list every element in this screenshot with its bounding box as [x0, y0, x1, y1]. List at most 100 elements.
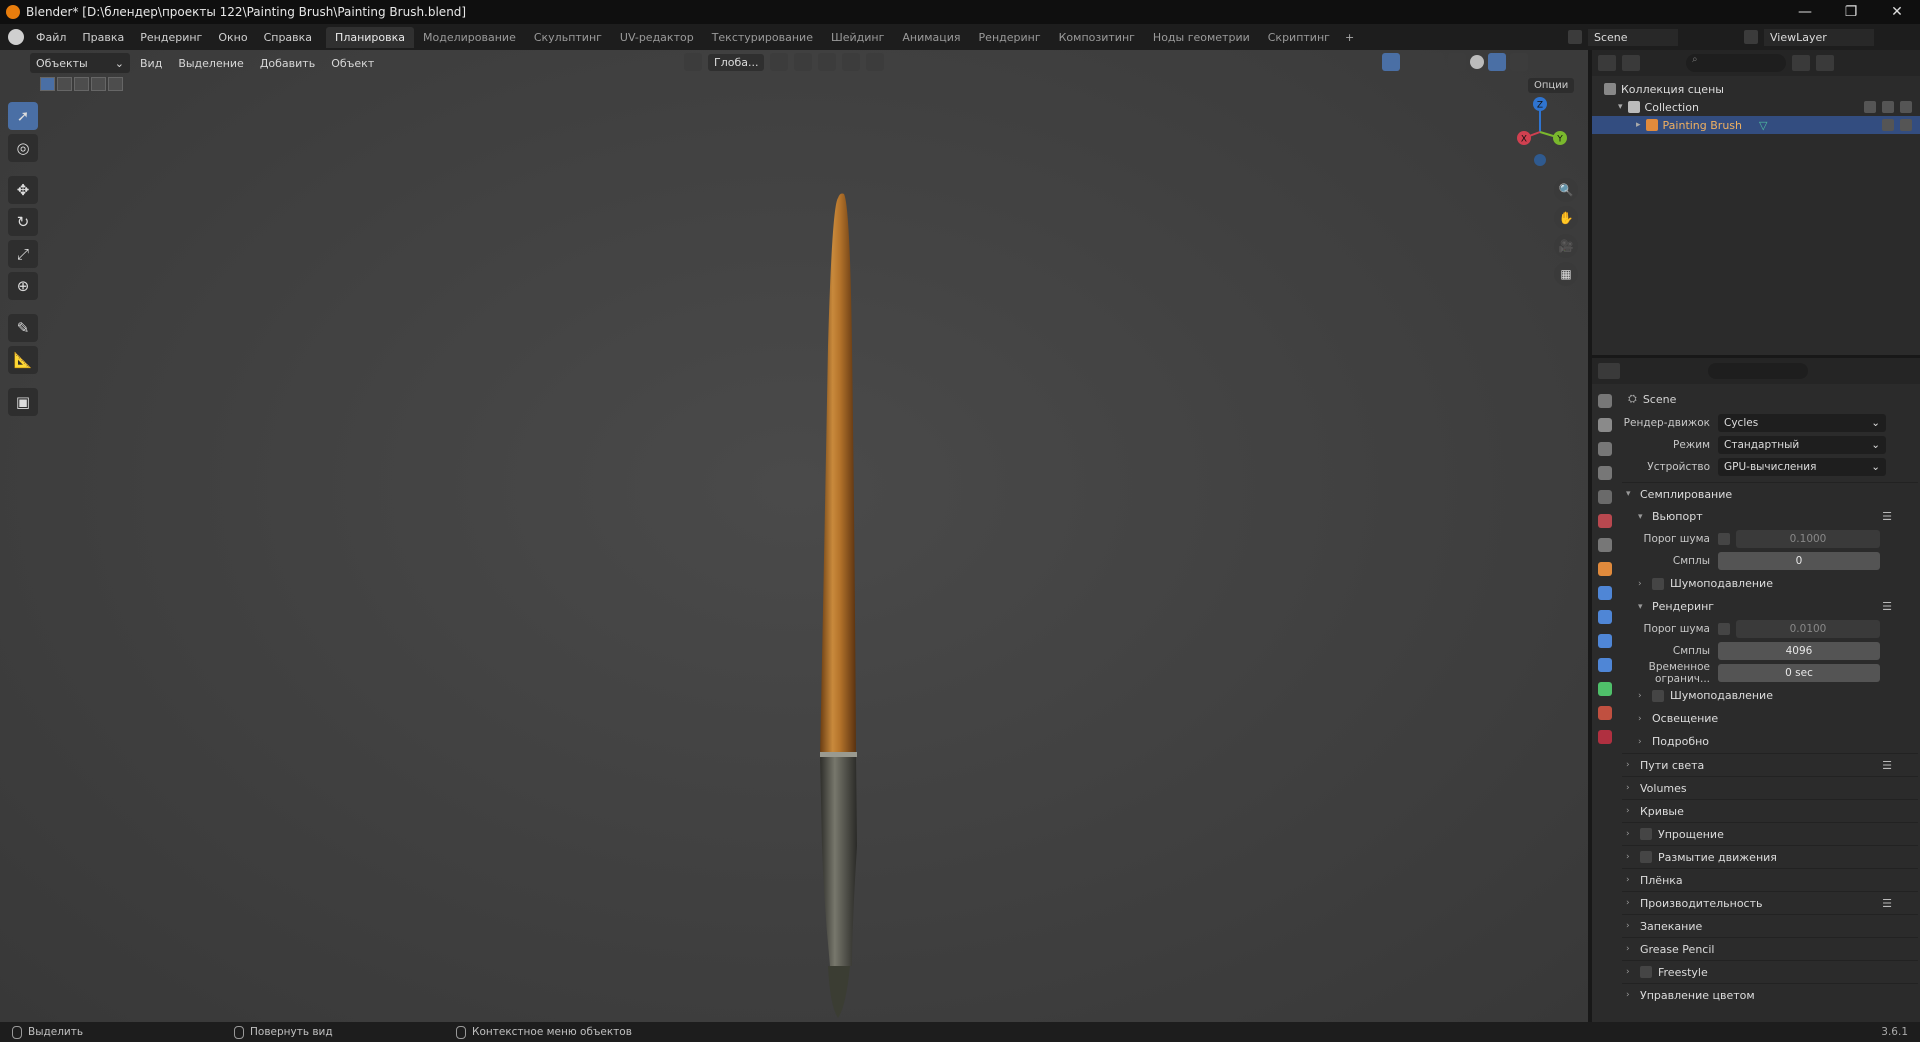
- camera-view-icon[interactable]: 🎥: [1554, 234, 1578, 258]
- render-subsection[interactable]: ▾ Рендеринг ☰: [1622, 595, 1918, 618]
- menu-render[interactable]: Рендеринг: [132, 31, 210, 44]
- gizmo-toggle-icon[interactable]: [1382, 53, 1400, 71]
- presets-list-icon[interactable]: ☰: [1882, 510, 1892, 523]
- modifier-tab-icon[interactable]: [1598, 586, 1612, 600]
- tab-layout[interactable]: Планировка: [326, 26, 415, 48]
- freestyle-checkbox[interactable]: [1640, 966, 1652, 978]
- select-box-tool-icon[interactable]: ➚: [8, 102, 38, 130]
- add-workspace-button[interactable]: +: [1339, 31, 1360, 44]
- tool-tab-icon[interactable]: [1598, 394, 1612, 408]
- snap-icon[interactable]: [794, 53, 813, 71]
- outliner-editor-icon[interactable]: [1598, 55, 1616, 71]
- tab-shading[interactable]: Шейдинг: [822, 27, 893, 48]
- pan-hand-icon[interactable]: ✋: [1554, 206, 1578, 230]
- curves-section[interactable]: › Кривые: [1622, 799, 1918, 822]
- grease-pencil-section[interactable]: › Grease Pencil: [1622, 937, 1918, 960]
- world-tab-icon[interactable]: [1598, 514, 1612, 528]
- lights-subsection[interactable]: › Освещение: [1622, 707, 1918, 730]
- measure-tool-icon[interactable]: 📐: [8, 346, 38, 374]
- orientation-icon[interactable]: [684, 53, 702, 71]
- tab-modeling[interactable]: Моделирование: [414, 27, 525, 48]
- solid-shading-icon[interactable]: [1470, 55, 1484, 69]
- presets-list-icon[interactable]: ☰: [1882, 897, 1892, 910]
- cursor-tool-icon[interactable]: ◎: [8, 134, 38, 162]
- eye-icon[interactable]: [1882, 119, 1894, 131]
- viewlayer-selector[interactable]: ViewLayer: [1744, 27, 1914, 47]
- transform-tool-icon[interactable]: ⊕: [8, 272, 38, 300]
- advanced-subsection[interactable]: › Подробно: [1622, 730, 1918, 753]
- simplify-section[interactable]: › Упрощение: [1622, 822, 1918, 845]
- r-noise-field[interactable]: 0.0100: [1736, 620, 1880, 638]
- select-extend-icon[interactable]: [57, 77, 72, 91]
- viewport-subsection[interactable]: ▾ Вьюпорт ☰: [1622, 505, 1918, 528]
- add-cube-tool-icon[interactable]: ▣: [8, 388, 38, 416]
- light-paths-section[interactable]: › Пути света ☰: [1622, 753, 1918, 776]
- select-new-icon[interactable]: [40, 77, 55, 91]
- scene-selector[interactable]: Scene: [1568, 27, 1718, 47]
- select-intersect-icon[interactable]: [108, 77, 123, 91]
- mode-dropdown[interactable]: Объекты ⌄: [30, 53, 130, 73]
- menu-view[interactable]: Вид: [134, 53, 168, 73]
- vp-samples-field[interactable]: 0: [1718, 552, 1880, 570]
- data-tab-icon[interactable]: [1598, 682, 1612, 696]
- color-management-section[interactable]: › Управление цветом: [1622, 983, 1918, 1006]
- navigation-gizmo[interactable]: Z Y X: [1500, 92, 1580, 172]
- r-time-field[interactable]: 0 sec: [1718, 664, 1880, 682]
- simplify-checkbox[interactable]: [1640, 828, 1652, 840]
- move-tool-icon[interactable]: ✥: [8, 176, 38, 204]
- constraints-tab-icon[interactable]: [1598, 658, 1612, 672]
- wireframe-shading-icon[interactable]: [1448, 53, 1466, 71]
- volumes-section[interactable]: › Volumes: [1622, 776, 1918, 799]
- performance-section[interactable]: › Производительность ☰: [1622, 891, 1918, 914]
- falloff-icon[interactable]: [866, 53, 885, 71]
- perspective-grid-icon[interactable]: ▦: [1554, 262, 1578, 286]
- select-subtract-icon[interactable]: [74, 77, 89, 91]
- menu-add[interactable]: Добавить: [254, 53, 321, 73]
- outliner-search-input[interactable]: ⌕: [1686, 54, 1786, 72]
- proportional-edit-icon[interactable]: [842, 53, 861, 71]
- presets-list-icon[interactable]: ☰: [1882, 600, 1892, 613]
- tab-compositing[interactable]: Композитинг: [1050, 27, 1144, 48]
- scene-name[interactable]: Scene: [1588, 28, 1678, 46]
- tab-geometry-nodes[interactable]: Ноды геометрии: [1144, 27, 1259, 48]
- select-invert-icon[interactable]: [91, 77, 106, 91]
- render-tab-icon[interactable]: [1598, 418, 1612, 432]
- scene-tab-icon[interactable]: [1598, 490, 1612, 504]
- minimize-button[interactable]: —: [1782, 0, 1828, 24]
- menu-file[interactable]: Файл: [28, 31, 74, 44]
- particles-tab-icon[interactable]: [1598, 610, 1612, 624]
- editor-type-icon[interactable]: [8, 54, 26, 72]
- camera-icon[interactable]: [1900, 101, 1912, 113]
- motion-blur-section[interactable]: › Размытие движения: [1622, 845, 1918, 868]
- menu-object[interactable]: Объект: [325, 53, 380, 73]
- r-denoise-checkbox[interactable]: [1652, 689, 1664, 702]
- outliner-collection[interactable]: ▾ Collection: [1592, 98, 1920, 116]
- film-section[interactable]: › Плёнка: [1622, 868, 1918, 891]
- material-preview-icon[interactable]: [1488, 53, 1506, 71]
- menu-select[interactable]: Выделение: [172, 53, 250, 73]
- output-tab-icon[interactable]: [1598, 442, 1612, 456]
- annotate-tool-icon[interactable]: ✎: [8, 314, 38, 342]
- presets-list-icon[interactable]: ☰: [1882, 759, 1892, 772]
- expand-arrow-icon[interactable]: ▸: [1636, 120, 1641, 130]
- xray-toggle-icon[interactable]: [1426, 53, 1444, 71]
- outliner-object-painting-brush[interactable]: ▸ Painting Brush ▽: [1592, 116, 1920, 134]
- options-dropdown[interactable]: Опции: [1528, 78, 1575, 93]
- outliner-scene-collection[interactable]: Коллекция сцены: [1592, 80, 1920, 98]
- scale-tool-icon[interactable]: ⤢: [8, 240, 38, 268]
- texture-tab-icon[interactable]: [1598, 730, 1612, 744]
- r-noise-checkbox[interactable]: [1718, 623, 1730, 635]
- tab-animation[interactable]: Анимация: [893, 27, 969, 48]
- mode-dropdown[interactable]: Стандартный ⌄: [1718, 436, 1886, 454]
- menu-help[interactable]: Справка: [256, 31, 320, 44]
- vp-noise-field[interactable]: 0.1000: [1736, 530, 1880, 548]
- filter-icon[interactable]: [1792, 55, 1810, 71]
- properties-search-input[interactable]: [1708, 363, 1808, 379]
- properties-editor-icon[interactable]: [1598, 363, 1620, 379]
- checkbox-icon[interactable]: [1864, 101, 1876, 113]
- rotate-tool-icon[interactable]: ↻: [8, 208, 38, 236]
- tab-rendering[interactable]: Рендеринг: [970, 27, 1050, 48]
- maximize-button[interactable]: ❐: [1828, 0, 1874, 24]
- viewlayer-name[interactable]: ViewLayer: [1764, 28, 1874, 46]
- r-denoise-subsection[interactable]: › Шумоподавление: [1622, 684, 1918, 707]
